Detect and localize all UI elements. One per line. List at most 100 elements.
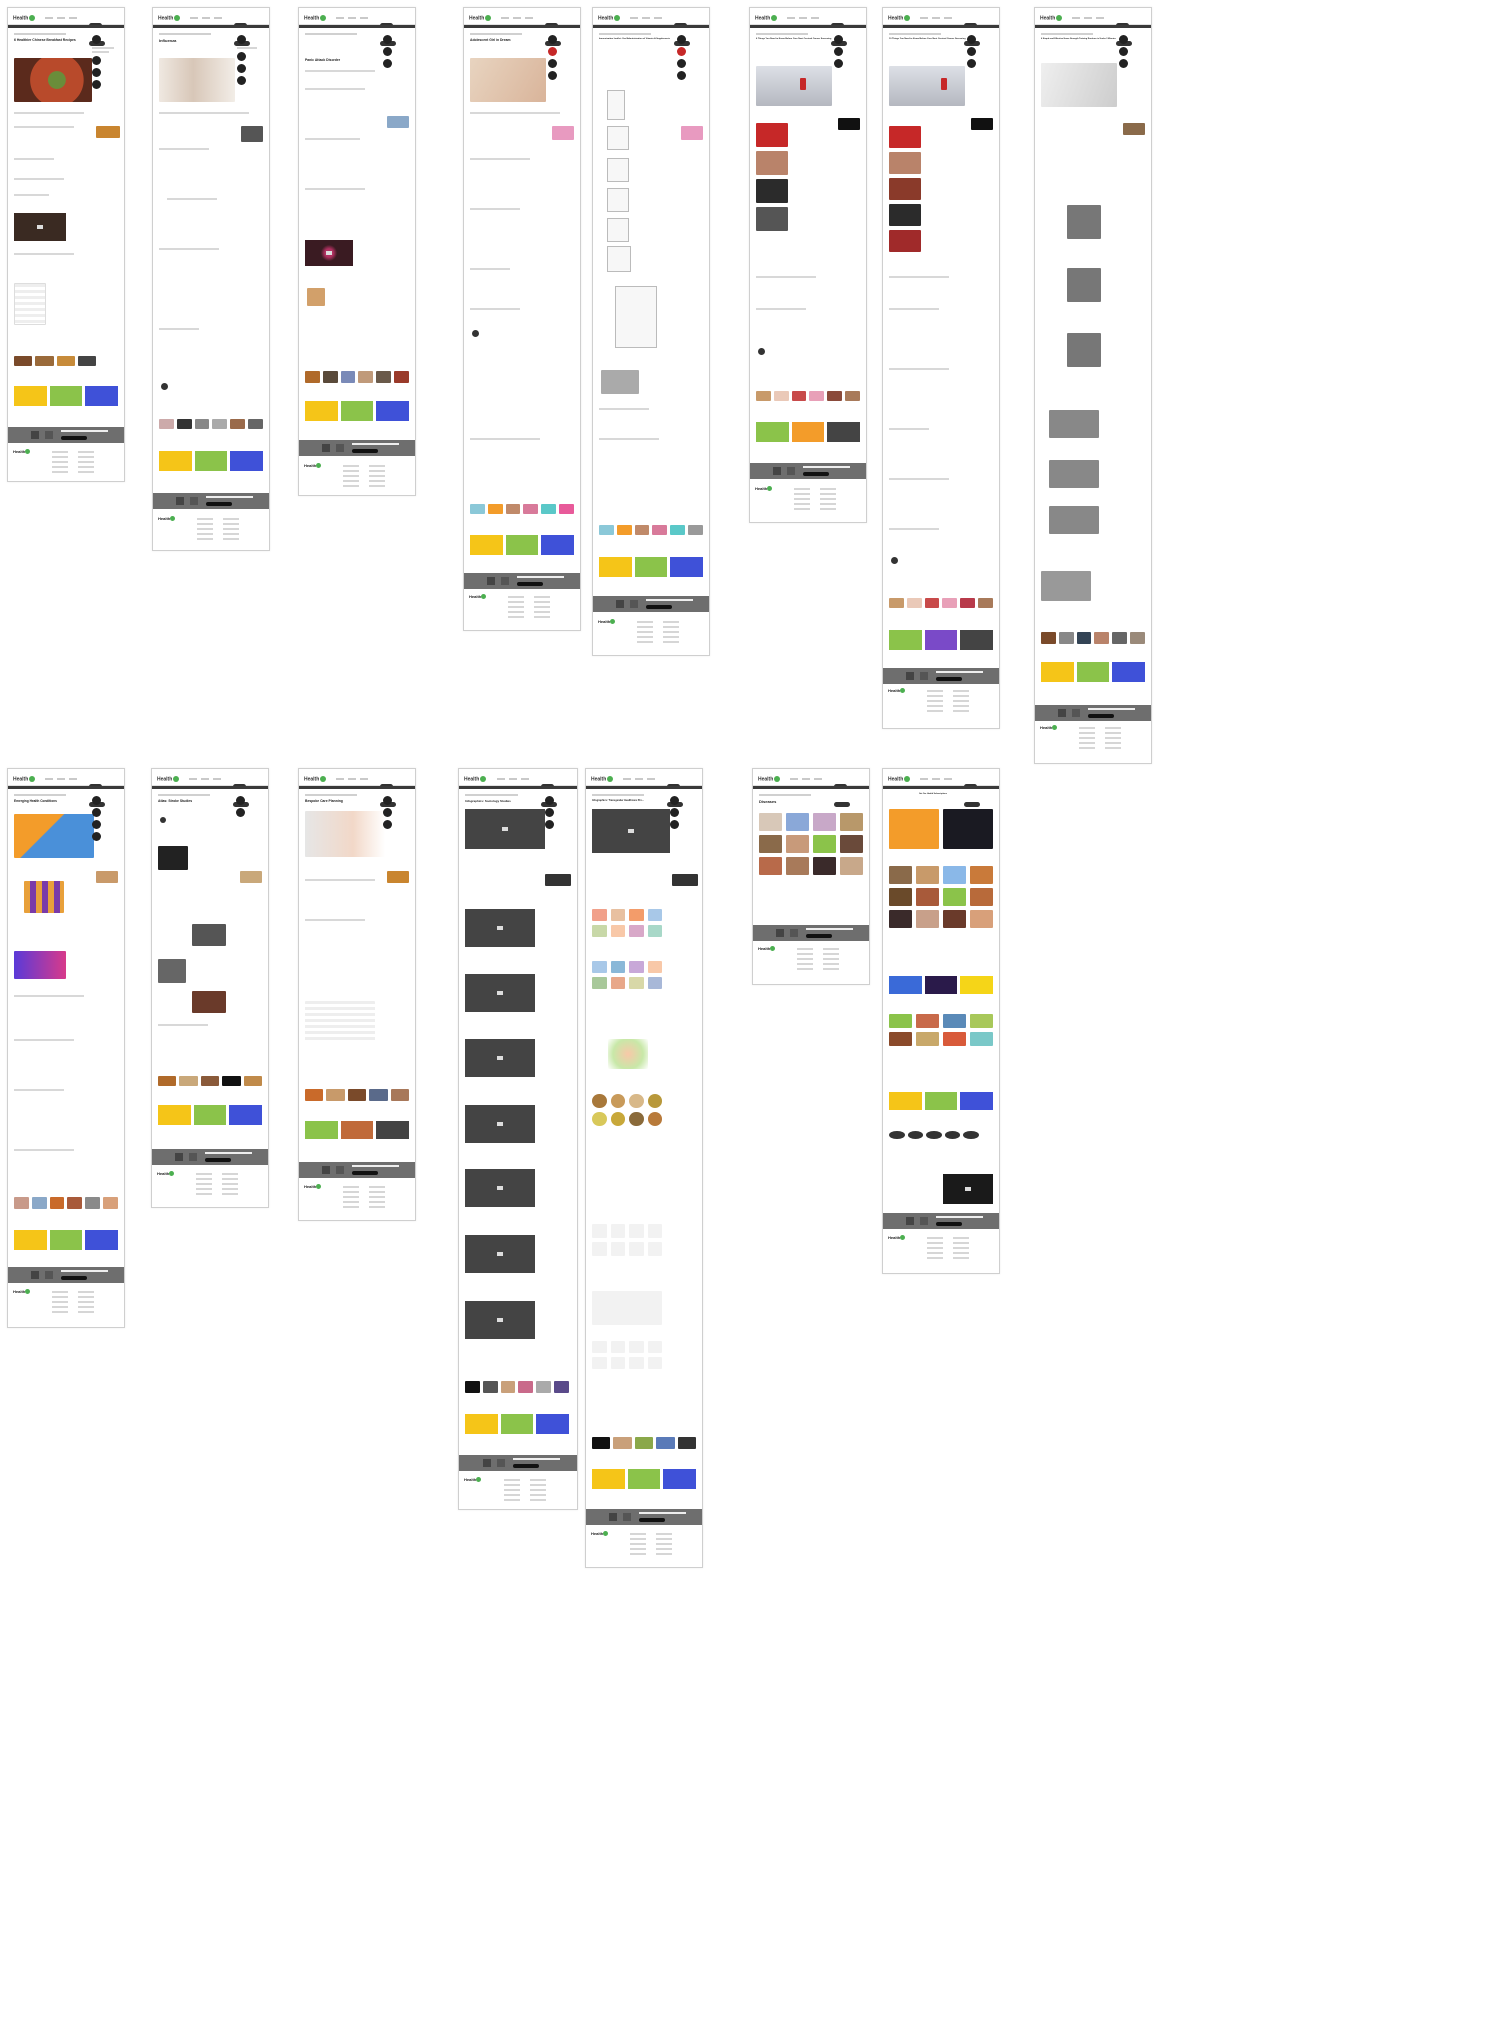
nav-buttons[interactable]	[87, 15, 119, 46]
article-list[interactable]	[889, 126, 921, 252]
page-title: Atlas: Stroke Studies	[158, 799, 193, 803]
related-thumbnails[interactable]	[158, 1076, 263, 1086]
site-logo[interactable]: Health	[888, 15, 911, 21]
related-thumbnails[interactable]	[305, 1089, 410, 1101]
promo-banners[interactable]	[14, 1230, 119, 1250]
breadcrumb[interactable]	[305, 794, 358, 796]
related-thumbnails[interactable]	[305, 371, 409, 383]
site-logo[interactable]: Health	[758, 776, 781, 782]
article-list[interactable]	[756, 123, 788, 231]
diagram-step-6	[607, 246, 631, 272]
video-player[interactable]	[305, 240, 353, 266]
site-logo[interactable]: Health	[158, 15, 181, 21]
author-avatar[interactable]	[891, 557, 898, 564]
video-thumb[interactable]	[158, 846, 188, 870]
related-thumbnails[interactable]	[1041, 632, 1145, 644]
site-logo[interactable]: Health	[591, 776, 614, 782]
author-avatar[interactable]	[92, 35, 102, 44]
related-thumbnails[interactable]	[599, 525, 703, 535]
breadcrumb[interactable]	[759, 794, 812, 796]
author-avatar[interactable]	[161, 383, 168, 390]
breadcrumb[interactable]	[756, 33, 809, 35]
breadcrumb[interactable]	[305, 33, 358, 35]
banner-row-1[interactable]	[889, 976, 994, 994]
breadcrumb[interactable]	[159, 33, 212, 35]
site-logo[interactable]: Health	[1040, 15, 1063, 21]
author-avatar[interactable]	[758, 348, 765, 355]
data-table	[305, 1001, 375, 1041]
site-logo[interactable]: Health	[469, 15, 492, 21]
video-player[interactable]	[943, 1174, 993, 1204]
related-thumbnails[interactable]	[592, 1437, 697, 1449]
video-player[interactable]	[592, 809, 670, 853]
promo-banners[interactable]	[889, 630, 994, 650]
logo-dot-icon	[29, 15, 36, 21]
author-avatar[interactable]	[472, 330, 479, 337]
video-player-4[interactable]	[465, 1039, 535, 1077]
page-title: 6 Simple and Effective Home Strength Tra…	[1041, 38, 1116, 40]
breadcrumb[interactable]	[1041, 33, 1094, 35]
promo-banners[interactable]	[305, 1121, 410, 1139]
subscription-grid[interactable]	[889, 866, 993, 928]
breadcrumb[interactable]	[889, 33, 942, 35]
blank-image	[592, 1291, 662, 1325]
video-player[interactable]	[14, 213, 66, 241]
site-logo[interactable]: Health	[157, 776, 180, 782]
promo-banners[interactable]	[1041, 662, 1146, 682]
promo-banners[interactable]	[14, 386, 119, 406]
feature-image-2	[943, 809, 993, 849]
feature-image-1	[889, 809, 939, 849]
breadcrumb[interactable]	[592, 794, 645, 796]
hero-image	[889, 66, 965, 106]
page-title: Infographics: Transgender Healthcare Pro…	[592, 799, 644, 802]
related-thumbnails[interactable]	[889, 598, 993, 608]
breadcrumb[interactable]	[470, 33, 523, 35]
breadcrumb[interactable]	[465, 794, 519, 796]
video-player-2[interactable]	[465, 909, 535, 947]
author-avatar[interactable]	[160, 817, 166, 823]
video-player-8[interactable]	[465, 1301, 535, 1339]
site-logo[interactable]: Health	[13, 776, 36, 782]
breadcrumb[interactable]	[158, 794, 211, 796]
subscription-grid-2[interactable]	[889, 1014, 993, 1046]
breadcrumb[interactable]	[14, 33, 67, 35]
video-player-7[interactable]	[465, 1235, 535, 1273]
nav-links[interactable]	[45, 17, 80, 19]
ribbon-icon	[941, 78, 947, 90]
related-thumbnails[interactable]	[756, 391, 860, 401]
promo-banners[interactable]	[756, 422, 861, 442]
promo-banners[interactable]	[305, 401, 410, 421]
related-thumbnails[interactable]	[159, 419, 263, 429]
related-thumbnails[interactable]	[465, 1381, 569, 1393]
related-thumbnails[interactable]	[14, 1197, 118, 1209]
site-logo[interactable]: Health	[464, 776, 487, 782]
icon-row[interactable]	[889, 1131, 979, 1139]
breadcrumb[interactable]	[599, 33, 652, 35]
exercise-image-3	[1067, 333, 1101, 367]
video-player-3[interactable]	[465, 974, 535, 1012]
promo-banners[interactable]	[158, 1105, 263, 1125]
promo-banners[interactable]	[470, 535, 575, 555]
promo-banners[interactable]	[465, 1414, 570, 1434]
breadcrumb[interactable]	[14, 794, 67, 796]
promo-banners[interactable]	[599, 557, 704, 577]
video-player-1[interactable]	[465, 809, 545, 849]
site-logo[interactable]: Health	[755, 15, 778, 21]
related-thumbnails[interactable]	[470, 504, 574, 514]
video-player-5[interactable]	[465, 1105, 535, 1143]
promo-banners[interactable]	[159, 451, 264, 471]
side-video[interactable]	[672, 874, 698, 886]
site-logo[interactable]: Health	[13, 15, 36, 21]
side-video[interactable]	[545, 874, 571, 886]
video-player-6[interactable]	[465, 1169, 535, 1207]
related-thumbnails[interactable]	[14, 356, 96, 366]
promo-banners[interactable]	[889, 1092, 994, 1110]
page-15: Health Get Our Health Subscriptions Heal…	[882, 768, 1000, 1274]
site-logo[interactable]: Health	[598, 15, 621, 21]
site-logo[interactable]: Health	[888, 776, 911, 782]
site-logo[interactable]: Health	[304, 776, 327, 782]
hero-image	[305, 811, 385, 857]
site-logo[interactable]: Health	[304, 15, 327, 21]
promo-banners[interactable]	[592, 1469, 697, 1489]
disease-grid[interactable]	[759, 813, 863, 875]
